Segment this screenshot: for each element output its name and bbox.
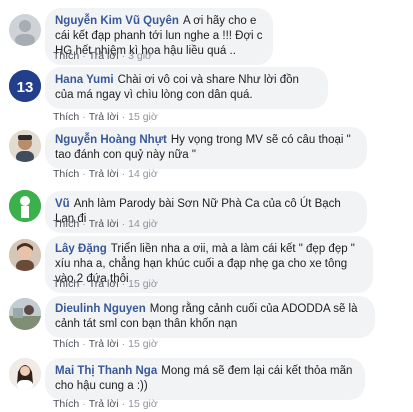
like-link[interactable]: Thích: [53, 338, 79, 350]
comment-actions: Thích · Trả lời · 14 giờ: [53, 218, 158, 230]
comment-author[interactable]: Nguyễn Hoàng Nhựt: [55, 134, 167, 146]
comment-actions: Thích · Trả lời · 15 giờ: [53, 398, 158, 410]
like-link[interactable]: Thích: [53, 398, 79, 410]
like-link[interactable]: Thích: [53, 278, 79, 290]
comment-actions: Thích · Trả lời · 15 giờ: [53, 338, 158, 350]
comment-actions: Thích · Trả lời · 15 giờ: [53, 111, 158, 123]
comment-actions: Thích · Trả lời · 3 giờ: [53, 50, 152, 62]
avatar[interactable]: [9, 130, 41, 162]
like-link[interactable]: Thích: [53, 168, 79, 180]
avatar[interactable]: [9, 14, 41, 46]
comment-author[interactable]: Lây Đặng: [55, 243, 107, 255]
svg-text:13: 13: [17, 79, 34, 96]
like-link[interactable]: Thích: [53, 218, 79, 230]
comment-bubble: Nguyễn Hoàng Nhựt Hy vọng trong MV sẽ có …: [45, 127, 367, 169]
comment-time[interactable]: 15 giờ: [128, 111, 158, 123]
reply-link[interactable]: Trả lời: [89, 218, 119, 230]
comment-time[interactable]: 15 giờ: [128, 398, 158, 410]
comment-actions: Thích · Trả lời · 14 giờ: [53, 168, 158, 180]
comment-bubble: Hana Yumi Chài ơi vô coi và share Như lời…: [45, 67, 328, 109]
like-link[interactable]: Thích: [53, 50, 79, 62]
comment-author[interactable]: Nguyễn Kim Vũ Quyên: [55, 15, 179, 27]
comment-author[interactable]: Hana Yumi: [55, 74, 114, 86]
avatar[interactable]: [9, 358, 41, 390]
avatar[interactable]: [9, 298, 41, 330]
comment-bubble: Dieulinh Nguyen Mong rằng cảnh cuối của A…: [45, 296, 375, 338]
avatar[interactable]: [9, 190, 41, 222]
comment-author[interactable]: Vũ: [55, 198, 70, 210]
comment-time[interactable]: 15 giờ: [128, 278, 158, 290]
comment-time[interactable]: 14 giờ: [128, 168, 158, 180]
reply-link[interactable]: Trả lời: [89, 168, 119, 180]
comment-time[interactable]: 3 giờ: [128, 50, 152, 62]
reply-link[interactable]: Trả lời: [89, 50, 119, 62]
reply-link[interactable]: Trả lời: [89, 278, 119, 290]
avatar[interactable]: [9, 239, 41, 271]
comment-actions: Thích · Trả lời · 15 giờ: [53, 278, 158, 290]
like-link[interactable]: Thích: [53, 111, 79, 123]
reply-link[interactable]: Trả lời: [89, 111, 119, 123]
reply-link[interactable]: Trả lời: [89, 398, 119, 410]
reply-link[interactable]: Trả lời: [89, 338, 119, 350]
comment-time[interactable]: 15 giờ: [128, 338, 158, 350]
comment-bubble: Mai Thị Thanh Nga Mong má sẽ đem lại cái …: [45, 358, 365, 400]
comment-time[interactable]: 14 giờ: [128, 218, 158, 230]
avatar[interactable]: 13: [9, 70, 41, 102]
comment-author[interactable]: Mai Thị Thanh Nga: [55, 365, 157, 377]
comment-author[interactable]: Dieulinh Nguyen: [55, 303, 146, 315]
